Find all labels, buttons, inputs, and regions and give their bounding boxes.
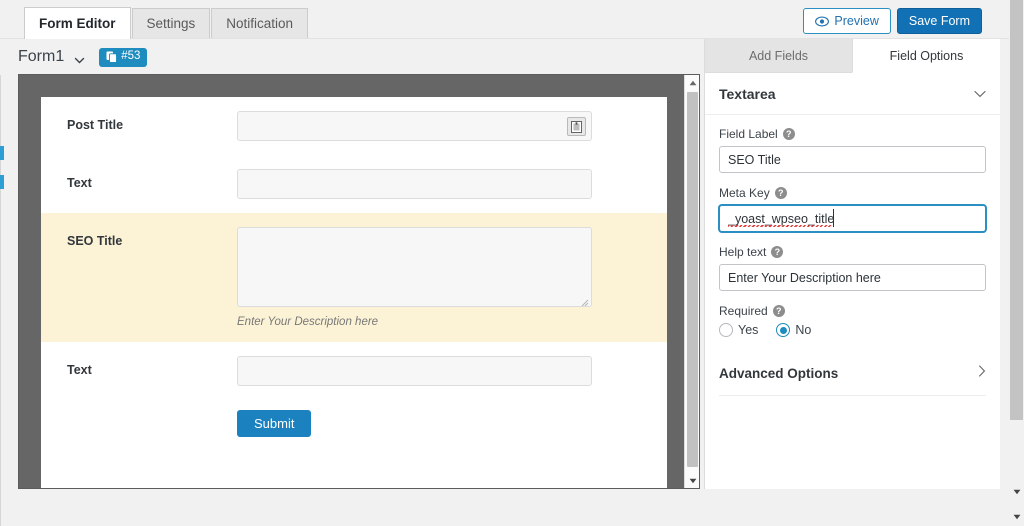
- tab-add-fields-label: Add Fields: [748, 48, 809, 63]
- field-label-text-2: Text: [67, 363, 92, 377]
- preview-button[interactable]: Preview: [803, 8, 891, 34]
- resize-grip-icon[interactable]: [579, 294, 589, 307]
- question-mark-icon[interactable]: ?: [782, 128, 795, 140]
- field-label-input[interactable]: [719, 146, 986, 173]
- seo-title-help-text: Enter Your Description here: [237, 316, 379, 328]
- chevron-down-icon[interactable]: [74, 53, 85, 64]
- form-row-text-1[interactable]: Text: [41, 155, 667, 213]
- advanced-options-row[interactable]: Advanced Options: [719, 350, 986, 396]
- panel-tab-strip: Add Fields Field Options: [705, 39, 1000, 73]
- top-bar: Form Editor Settings Notification Previe…: [0, 0, 1010, 39]
- field-group-help-text: Help text ?: [719, 245, 986, 291]
- field-control-seo-title: Enter Your Description here: [237, 227, 641, 328]
- app-window: Form Editor Settings Notification Previe…: [0, 0, 1024, 526]
- field-control-post-title: [237, 111, 641, 141]
- panel-body: Field Label ? Meta Key ?: [705, 115, 1000, 396]
- tab-settings[interactable]: Settings: [131, 8, 211, 39]
- chevron-right-icon[interactable]: [978, 364, 986, 382]
- tab-notification-label: Notification: [226, 16, 294, 32]
- panel-section-header[interactable]: Textarea: [705, 73, 1000, 115]
- meta-key-caption: Meta Key ?: [719, 186, 986, 200]
- canvas-vertical-scrollbar[interactable]: [684, 75, 699, 488]
- radio-yes-icon[interactable]: [719, 323, 733, 337]
- tab-field-options[interactable]: Field Options: [852, 39, 1000, 73]
- main-tab-strip: Form Editor Settings Notification: [24, 7, 309, 39]
- triangle-up-icon[interactable]: [685, 75, 699, 90]
- chevron-down-icon[interactable]: [974, 85, 986, 103]
- tab-field-options-label: Field Options: [889, 48, 964, 63]
- form-canvas-stage: Post Title Text SEO Title Enter Your Des…: [18, 74, 700, 489]
- field-label-caption-text: Field Label: [719, 127, 778, 141]
- required-caption-text: Required: [719, 304, 768, 318]
- help-text-caption-text: Help text: [719, 245, 767, 259]
- form-name: Form1: [18, 48, 65, 65]
- form-id-badge-label: #53: [121, 50, 141, 63]
- meta-key-input-wrapper: [719, 205, 986, 232]
- left-edge-divider: [0, 0, 1, 526]
- save-form-button-label: Save Form: [908, 13, 970, 28]
- meta-key-caption-text: Meta Key: [719, 186, 770, 200]
- advanced-options-label: Advanced Options: [719, 365, 839, 381]
- form-row-post-title[interactable]: Post Title: [41, 97, 667, 155]
- field-group-required: Required ? Yes No: [719, 304, 986, 337]
- field-label-seo-title: SEO Title: [67, 234, 123, 248]
- help-text-caption: Help text ?: [719, 245, 986, 259]
- question-mark-icon[interactable]: ?: [771, 246, 784, 258]
- form-row-seo-title[interactable]: SEO Title Enter Your Description here: [41, 213, 667, 342]
- field-label-caption: Field Label ?: [719, 127, 986, 141]
- top-action-buttons: Preview Save Form: [803, 8, 982, 34]
- field-control-text-2: [237, 356, 641, 386]
- post-title-input[interactable]: [237, 111, 592, 141]
- page-vertical-scrollbar[interactable]: [1009, 0, 1024, 526]
- form-preview-sheet: Post Title Text SEO Title Enter Your Des…: [41, 97, 667, 488]
- field-group-meta-key: Meta Key ?: [719, 186, 986, 232]
- text-input-1[interactable]: [237, 169, 592, 199]
- field-label-post-title: Post Title: [67, 118, 124, 132]
- text-cursor: [833, 209, 834, 227]
- tab-form-editor[interactable]: Form Editor: [24, 7, 131, 39]
- meta-key-input[interactable]: [719, 205, 986, 232]
- help-text-input[interactable]: [719, 264, 986, 291]
- field-group-field-label: Field Label ?: [719, 127, 986, 173]
- form-id-badge[interactable]: #53: [99, 47, 148, 67]
- required-radio-no-label: No: [795, 323, 812, 337]
- canvas-scrollbar-thumb[interactable]: [687, 92, 698, 467]
- seo-title-textarea[interactable]: [237, 227, 592, 307]
- inner-scroll-down-icon[interactable]: [1009, 484, 1024, 499]
- question-mark-icon[interactable]: ?: [772, 305, 785, 317]
- question-mark-icon[interactable]: ?: [774, 187, 787, 199]
- field-control-text-1: [237, 169, 641, 199]
- calendar-icon[interactable]: [567, 117, 586, 136]
- offscreen-sliver-bottom: [0, 175, 4, 189]
- spellcheck-underline: [728, 225, 832, 227]
- submit-button[interactable]: Submit: [237, 410, 312, 437]
- radio-no-icon[interactable]: [776, 323, 791, 337]
- field-options-panel: Add Fields Field Options Textarea Field …: [704, 39, 1000, 489]
- submit-spacer: [67, 410, 237, 437]
- save-form-button[interactable]: Save Form: [896, 8, 982, 34]
- page-scrollbar-thumb[interactable]: [1010, 0, 1023, 420]
- page-scroll-down-icon[interactable]: [1009, 509, 1024, 524]
- tab-form-editor-label: Form Editor: [39, 15, 116, 31]
- required-radio-group: Yes No: [719, 323, 986, 337]
- tab-add-fields[interactable]: Add Fields: [705, 39, 852, 73]
- offscreen-sliver-top: [0, 146, 4, 160]
- preview-button-label: Preview: [834, 13, 879, 28]
- form-header: Form1 #53: [0, 39, 700, 75]
- required-radio-yes-label: Yes: [738, 323, 759, 337]
- copy-icon: [106, 51, 118, 63]
- eye-icon: [815, 16, 830, 27]
- required-caption: Required ?: [719, 304, 986, 318]
- required-radio-yes[interactable]: Yes: [719, 323, 758, 337]
- tab-notification[interactable]: Notification: [211, 8, 309, 39]
- required-radio-no[interactable]: No: [776, 323, 811, 337]
- text-input-2[interactable]: [237, 356, 592, 386]
- form-row-text-2[interactable]: Text: [41, 342, 667, 400]
- field-label-text-1: Text: [67, 176, 92, 190]
- form-submit-row: Submit: [41, 400, 667, 457]
- triangle-down-icon[interactable]: [685, 473, 699, 488]
- tab-settings-label: Settings: [146, 16, 196, 32]
- panel-section-title: Textarea: [719, 86, 776, 102]
